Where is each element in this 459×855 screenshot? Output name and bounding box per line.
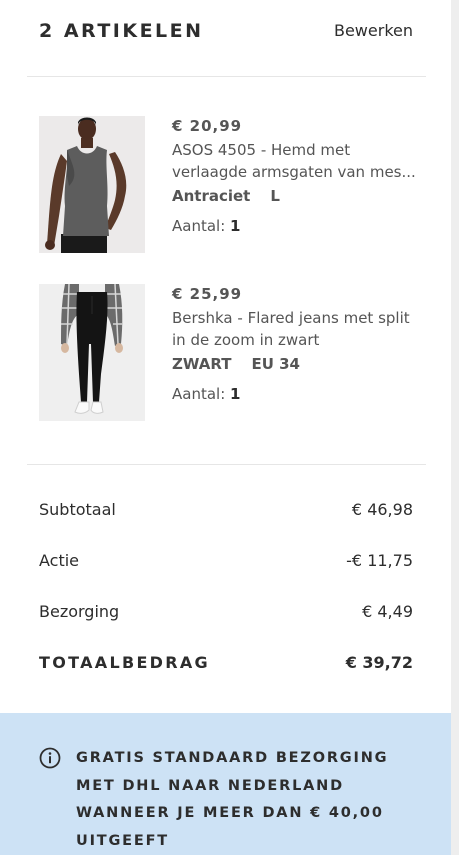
- item-color: Antraciet: [172, 187, 251, 205]
- banner-line: UITGEEFT: [76, 832, 169, 849]
- item-attributes: Antraciet L: [172, 185, 422, 207]
- divider: [27, 464, 426, 465]
- shipping-value: € 4,49: [362, 602, 413, 621]
- item-info: € 25,99 Bershka - Flared jeans met split…: [172, 284, 422, 405]
- item-quantity: Aantal: 1: [172, 215, 422, 237]
- item-quantity: Aantal: 1: [172, 383, 422, 405]
- quantity-value: 1: [230, 217, 241, 235]
- free-shipping-banner: GRATIS STANDAARD BEZORGING MET DHL NAAR …: [0, 713, 451, 855]
- divider: [27, 76, 426, 77]
- quantity-value: 1: [230, 385, 241, 403]
- cart-item[interactable]: € 20,99 ASOS 4505 - Hemd met verlaagde a…: [39, 116, 429, 256]
- discount-label: Actie: [39, 551, 80, 570]
- item-name-line2: verlaagde armsgaten van mes...: [172, 163, 416, 181]
- banner-line: WANNEER JE MEER DAN € 40,00: [76, 805, 384, 821]
- item-name-line2: in de zoom in zwart: [172, 331, 320, 349]
- total-label: TOTAALBEDRAG: [39, 653, 210, 672]
- banner-line: GRATIS STANDAARD BEZORGING: [76, 750, 389, 766]
- product-image-tank-top[interactable]: [39, 116, 145, 253]
- item-name-line1: Bershka - Flared jeans met split: [172, 309, 410, 327]
- subtotal-label: Subtotaal: [39, 500, 116, 519]
- item-name[interactable]: Bershka - Flared jeans met split in de z…: [172, 307, 422, 351]
- banner-line: MET DHL NAAR NEDERLAND: [76, 777, 344, 794]
- item-color: ZWART: [172, 355, 232, 373]
- item-attributes: ZWART EU 34: [172, 353, 422, 375]
- cart-title: 2 ARTIKELEN: [39, 20, 204, 42]
- item-name-line1: ASOS 4505 - Hemd met: [172, 141, 351, 159]
- banner-message: GRATIS STANDAARD BEZORGING MET DHL NAAR …: [76, 745, 426, 855]
- item-price: € 20,99: [172, 117, 243, 135]
- item-size: L: [270, 187, 280, 205]
- quantity-label: Aantal:: [172, 217, 226, 235]
- total-value: € 39,72: [345, 653, 413, 672]
- cart-panel: 2 ARTIKELEN Bewerken € 20,99 ASOS 4505 -…: [0, 0, 451, 855]
- cart-item[interactable]: € 25,99 Bershka - Flared jeans met split…: [39, 284, 429, 424]
- item-price: € 25,99: [172, 285, 243, 303]
- item-name[interactable]: ASOS 4505 - Hemd met verlaagde armsgaten…: [172, 139, 422, 183]
- shipping-label: Bezorging: [39, 602, 120, 621]
- cart-header: 2 ARTIKELEN Bewerken: [0, 0, 451, 76]
- subtotal-value: € 46,98: [351, 500, 413, 519]
- item-info: € 20,99 ASOS 4505 - Hemd met verlaagde a…: [172, 116, 422, 237]
- edit-button[interactable]: Bewerken: [334, 21, 413, 40]
- item-size: EU 34: [251, 355, 300, 373]
- product-image-jeans[interactable]: [39, 284, 145, 421]
- quantity-label: Aantal:: [172, 385, 226, 403]
- discount-value: -€ 11,75: [346, 551, 413, 570]
- info-icon: [39, 747, 61, 769]
